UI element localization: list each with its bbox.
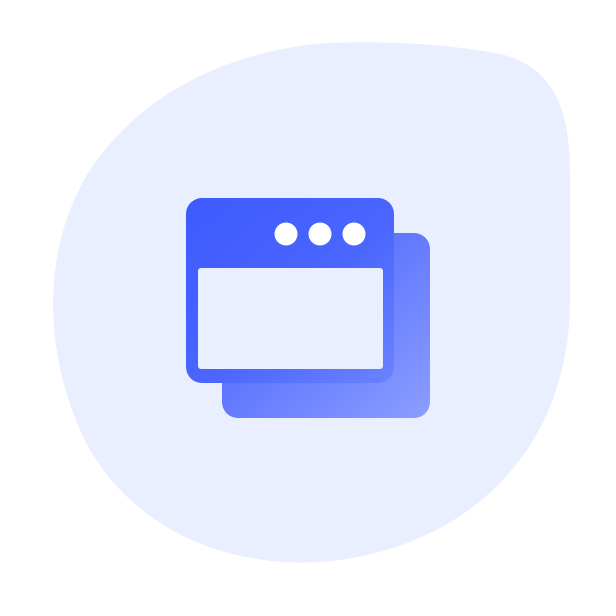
front-window-content [198, 268, 383, 369]
multiple-windows-icon [53, 42, 570, 563]
window-dot-3 [342, 222, 366, 246]
window-dot-2 [308, 222, 332, 246]
window-dot-1 [274, 222, 298, 246]
icon-illustration [0, 0, 616, 616]
